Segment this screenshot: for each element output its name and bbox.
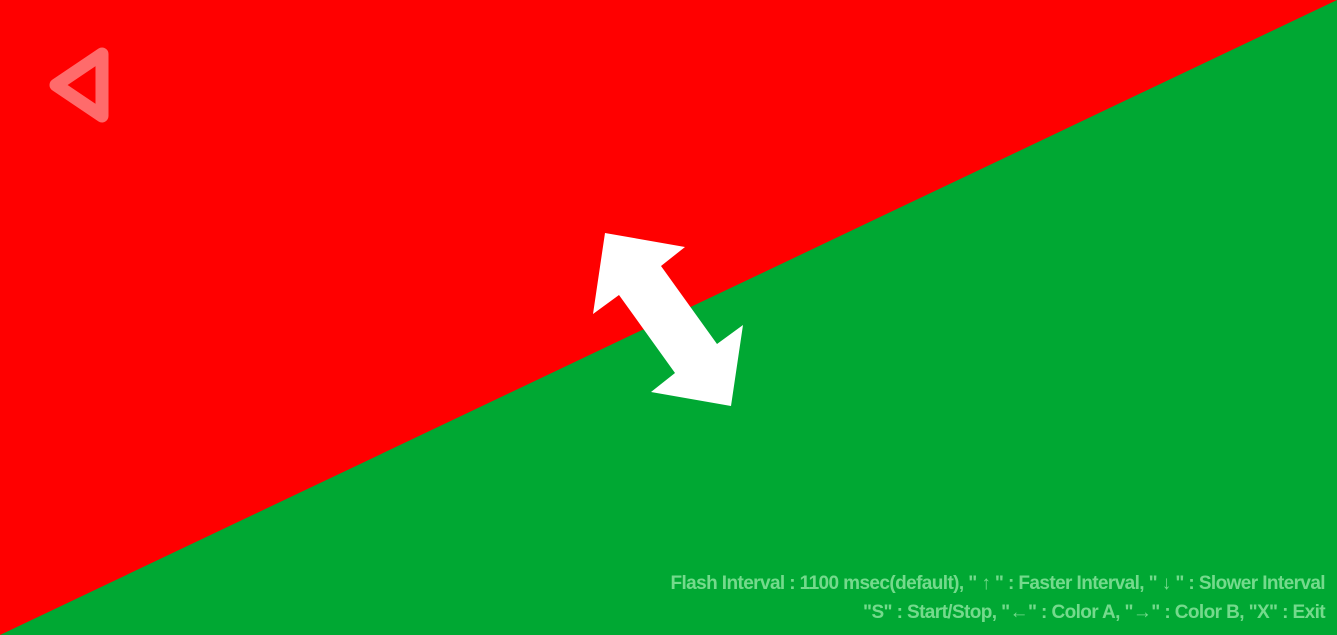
double-arrow-icon — [593, 233, 743, 406]
help-line-controls: "S" : Start/Stop, "←" : Color A, "→" : C… — [863, 602, 1326, 623]
back-triangle-icon — [49, 47, 109, 123]
swap-colors-arrow[interactable] — [585, 228, 750, 413]
help-line-interval: Flash Interval : 1100 msec(default), " ↑… — [670, 573, 1326, 594]
back-button[interactable] — [40, 42, 122, 128]
flash-screen[interactable]: Flash Interval : 1100 msec(default), " ↑… — [0, 0, 1337, 635]
keyboard-help-text: Flash Interval : 1100 msec(default), " ↑… — [671, 569, 1326, 627]
